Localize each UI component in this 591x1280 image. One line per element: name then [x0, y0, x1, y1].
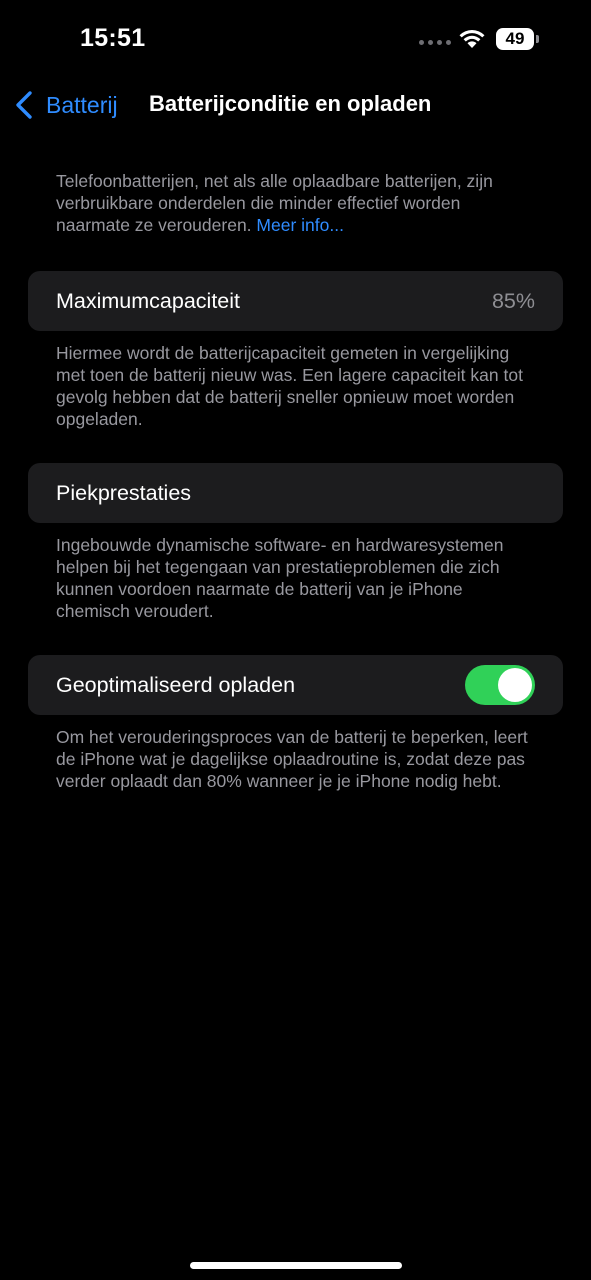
status-time: 15:51 [80, 24, 146, 52]
more-info-link[interactable]: Meer info... [256, 215, 344, 235]
peak-performance-footnote: Ingebouwde dynamische software- en hardw… [56, 535, 504, 621]
home-indicator[interactable] [190, 1262, 402, 1269]
max-capacity-label: Maximumcapaciteit [56, 289, 240, 313]
back-button-label: Batterij [46, 91, 118, 118]
toggle-knob [498, 668, 532, 702]
page-title: Batterijconditie en opladen [149, 91, 432, 116]
navigation-bar: Batterij Batterijconditie en opladen [0, 80, 591, 130]
max-capacity-row: Maximumcapaciteit 85% [28, 271, 563, 331]
peak-performance-label: Piekprestaties [56, 481, 192, 505]
status-bar: 15:51 49 [0, 0, 591, 80]
battery-icon: 49 [496, 28, 540, 50]
optimized-charging-toggle[interactable] [465, 665, 535, 705]
max-capacity-value: 85% [491, 289, 535, 313]
intro-text: Telefoonbatterijen, net als alle oplaadb… [56, 170, 536, 236]
wifi-icon [459, 29, 485, 48]
optimized-charging-label: Geoptimaliseerd opladen [56, 673, 296, 697]
peak-performance-row: Piekprestaties [28, 463, 563, 523]
chevron-left-icon [16, 91, 32, 119]
max-capacity-footnote: Hiermee wordt de batterijcapaciteit geme… [56, 343, 523, 429]
back-button[interactable]: Batterij [14, 88, 118, 122]
optimized-charging-row: Geoptimaliseerd opladen [28, 655, 563, 715]
signal-dots-icon [419, 40, 451, 45]
battery-level: 49 [496, 28, 534, 50]
optimized-charging-footnote: Om het verouderingsproces van de batteri… [56, 727, 528, 791]
